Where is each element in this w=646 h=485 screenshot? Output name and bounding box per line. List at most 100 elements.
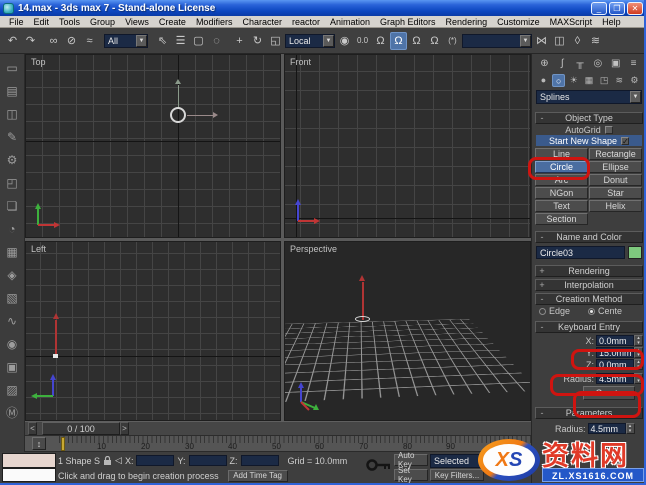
dropdown-arrow-icon[interactable]: ▼ (136, 34, 147, 47)
undo-icon[interactable]: ↶ (4, 32, 21, 50)
menu-animation[interactable]: Animation (325, 17, 375, 27)
viewport-top[interactable]: Top (25, 54, 281, 238)
track-bar[interactable]: ↕ 10 20 30 40 50 60 70 80 90 100 (25, 436, 531, 452)
rendering-rollout[interactable]: + Rendering (535, 265, 643, 277)
selection-filter-dropdown[interactable]: All ▼ (104, 33, 148, 48)
tool-icon[interactable]: ◫ (2, 102, 23, 125)
motion-tab-icon[interactable]: ◎ (590, 57, 605, 71)
curve-editor-icon[interactable]: ≋ (587, 32, 604, 50)
spinner-icon[interactable]: ▴ ▾ (634, 359, 643, 370)
donut-button[interactable]: Donut (589, 174, 642, 186)
tool-icon[interactable]: ⚙ (2, 148, 23, 171)
menu-group[interactable]: Group (85, 17, 120, 27)
ngon-button[interactable]: NGon (535, 187, 588, 199)
tool-icon[interactable]: ◰ (2, 171, 23, 194)
align-icon[interactable]: ◫ (551, 32, 568, 50)
dropdown-arrow-icon[interactable]: ▼ (520, 34, 531, 47)
tool-icon[interactable]: ∿ (2, 309, 23, 332)
tool-icon[interactable]: ▦ (2, 240, 23, 263)
keyboard-entry-rollout[interactable]: - Keyboard Entry (535, 321, 643, 333)
menu-tools[interactable]: Tools (54, 17, 85, 27)
select-and-move-icon[interactable]: + (231, 32, 248, 50)
edge-radio[interactable] (539, 307, 546, 315)
select-and-rotate-icon[interactable]: ↻ (249, 32, 266, 50)
hierarchy-tab-icon[interactable]: ╥ (573, 57, 588, 71)
ke-z-field[interactable]: 0.0mm (596, 359, 634, 370)
text-button[interactable]: Text (535, 200, 588, 212)
keyboard-override-icon[interactable]: (*) (444, 32, 461, 50)
tool-icon[interactable]: ◔ (2, 217, 23, 240)
circle-shape-edge[interactable] (53, 354, 58, 358)
auto-key-button[interactable]: Auto Key (394, 451, 428, 469)
star-button[interactable]: Star (589, 187, 642, 199)
close-button[interactable]: ✕ (627, 1, 643, 15)
listener-pane[interactable] (2, 468, 56, 482)
minimize-button[interactable]: _ (591, 1, 607, 15)
tool-icon[interactable]: ▣ (2, 355, 23, 378)
tool-icon[interactable]: ◉ (2, 332, 23, 355)
key-filters-button[interactable]: Key Filters... (430, 469, 484, 481)
space-warps-category-icon[interactable]: ≋ (613, 74, 626, 87)
add-time-tag-button[interactable]: Add Time Tag (227, 469, 288, 482)
menu-views[interactable]: Views (120, 17, 154, 27)
menu-reactor[interactable]: reactor (287, 17, 325, 27)
spinner-snap-icon[interactable]: 0.0 (354, 32, 371, 50)
selection-lock-icon[interactable] (103, 455, 112, 466)
circle-shape[interactable] (355, 316, 370, 322)
viewport-label[interactable]: Left (31, 244, 46, 254)
previous-frame-button[interactable]: < (28, 422, 37, 435)
use-pivot-point-icon[interactable]: ◉ (336, 32, 353, 50)
parameters-rollout[interactable]: - Parameters (535, 407, 643, 419)
tool-icon[interactable]: ▭ (2, 56, 23, 79)
snap-toggle-active-icon[interactable]: Ω (390, 31, 407, 50)
tool-icon[interactable]: ▧ (2, 286, 23, 309)
bind-to-space-warp-icon[interactable]: ≈ (81, 32, 98, 50)
geometry-category-icon[interactable]: ● (537, 74, 550, 87)
menu-rendering[interactable]: Rendering (441, 17, 493, 27)
select-by-name-icon[interactable]: ☰ (172, 32, 189, 50)
name-and-color-rollout[interactable]: - Name and Color (535, 231, 643, 243)
reference-coordinate-dropdown[interactable]: Local ▼ (285, 33, 335, 48)
param-radius-field[interactable]: 4.5mm (587, 423, 626, 434)
select-and-scale-icon[interactable]: ◱ (267, 32, 284, 50)
percent-snap-icon[interactable]: Ω (426, 32, 443, 50)
z-coordinate-field[interactable] (240, 455, 279, 466)
utilities-tab-icon[interactable]: ≡ (626, 57, 641, 71)
viewport-front[interactable]: Front (284, 54, 531, 238)
time-slider-handle[interactable]: 0 / 100 (42, 422, 120, 435)
menu-edit[interactable]: Edit (29, 17, 55, 27)
start-new-shape-checkbox[interactable]: ✓ (621, 136, 630, 145)
spinner-icon[interactable]: ▴ ▾ (634, 373, 643, 384)
ke-x-field[interactable]: 0.0mm (596, 335, 634, 346)
tool-icon[interactable]: ▨ (2, 378, 23, 401)
unlink-selection-icon[interactable]: ⊘ (63, 32, 80, 50)
transform-typein-icon[interactable]: ◁ (115, 455, 122, 466)
layer-manager-icon[interactable]: ◊ (569, 32, 586, 50)
tool-icon[interactable]: ✎ (2, 125, 23, 148)
x-coordinate-field[interactable] (136, 455, 175, 466)
autogrid-checkbox[interactable] (604, 125, 613, 134)
snap-toggle-icon[interactable]: Ω (372, 32, 389, 50)
helix-button[interactable]: Helix (589, 200, 642, 212)
mini-curve-editor-button[interactable]: ↕ (32, 437, 46, 450)
time-slider[interactable]: < 0 / 100 > (25, 421, 531, 436)
macro-recorder-pane[interactable] (2, 453, 56, 468)
ke-y-field[interactable]: 15.0mm (596, 347, 634, 358)
line-button[interactable]: Line (535, 148, 588, 160)
spinner-icon[interactable]: ▴ ▾ (634, 335, 643, 346)
set-key-button[interactable]: Set Key (394, 466, 428, 484)
viewport-left[interactable]: Left (25, 241, 281, 421)
named-selection-dropdown[interactable]: ▼ (462, 33, 532, 48)
ellipse-button[interactable]: Ellipse (589, 161, 642, 173)
shape-category-dropdown[interactable]: Splines ▼ (536, 90, 642, 104)
title-bar[interactable]: 14.max - 3ds max 7 - Stand-alone License… (0, 0, 646, 16)
tool-icon[interactable]: Ⓜ (2, 401, 23, 424)
lights-category-icon[interactable]: ☀ (567, 74, 580, 87)
shapes-category-icon[interactable]: ○ (552, 73, 566, 87)
next-frame-button[interactable]: > (120, 422, 129, 435)
arc-button[interactable]: Arc (535, 174, 588, 186)
systems-category-icon[interactable]: ⚙ (628, 74, 641, 87)
menu-help[interactable]: Help (597, 17, 626, 27)
angle-snap-icon[interactable]: Ω (408, 32, 425, 50)
circle-shape[interactable] (170, 107, 186, 123)
